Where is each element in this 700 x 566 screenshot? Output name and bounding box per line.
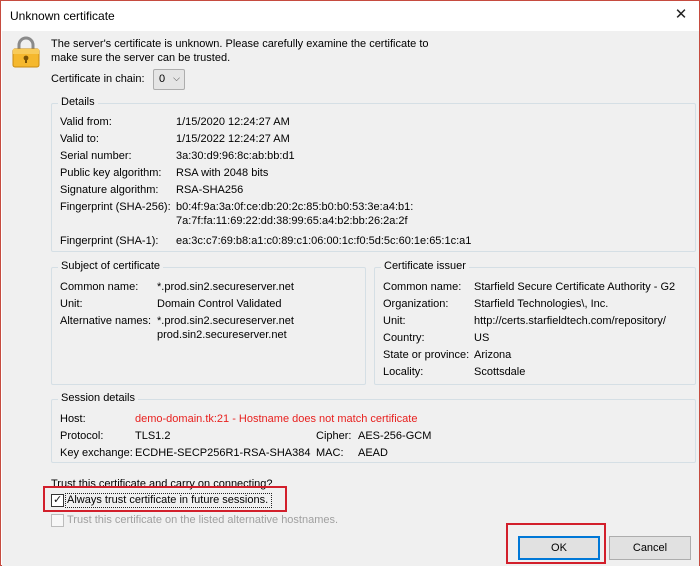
chevron-down-icon: ⌵	[173, 73, 180, 83]
subject-label: Alternative names:	[60, 315, 152, 327]
cancel-button[interactable]: Cancel	[609, 536, 691, 560]
detail-label: Valid to:	[60, 133, 99, 145]
issuer-value: Starfield Technologies\, Inc.	[474, 298, 609, 310]
detail-label: Fingerprint (SHA-256):	[60, 201, 171, 213]
subject-title: Subject of certificate	[58, 260, 164, 272]
certificate-chain-select[interactable]: 0 ⌵	[153, 69, 185, 90]
issuer-label: Organization:	[383, 298, 449, 310]
protocol-label: Protocol:	[60, 430, 104, 442]
protocol-value: TLS1.2	[135, 430, 171, 442]
detail-value: RSA with 2048 bits	[176, 167, 269, 179]
detail-label: Signature algorithm:	[60, 184, 159, 196]
host-label: Host:	[60, 413, 86, 425]
chain-label: Certificate in chain:	[51, 73, 145, 85]
issuer-value: Arizona	[474, 349, 512, 361]
issuer-label: Locality:	[383, 366, 424, 378]
detail-label: Public key algorithm:	[60, 167, 162, 179]
detail-label: Serial number:	[60, 150, 132, 162]
issuer-label: Unit:	[383, 315, 406, 327]
issuer-label: Country:	[383, 332, 425, 344]
issuer-value: Starfield Secure Certificate Authority -…	[474, 281, 676, 293]
mac-label: MAC:	[316, 447, 344, 459]
issuer-value: Scottsdale	[474, 366, 526, 378]
session-group: Session details Host: demo-domain.tk:21 …	[51, 392, 696, 463]
certificate-dialog: Unknown certificate ✕ The server's certi…	[0, 0, 700, 566]
cipher-value: AES-256-GCM	[358, 430, 432, 442]
always-trust-highlight	[43, 486, 287, 512]
details-group: Details Valid from: 1/15/2020 12:24:27 A…	[51, 96, 696, 252]
detail-label: Valid from:	[60, 116, 112, 128]
close-icon[interactable]: ✕	[671, 5, 691, 25]
subject-group: Subject of certificate Common name: *.pr…	[51, 260, 366, 385]
issuer-label: State or province:	[383, 349, 470, 361]
ok-button-highlight	[506, 523, 606, 564]
alternative-hostnames-checkbox	[51, 514, 64, 527]
cipher-label: Cipher:	[316, 430, 352, 442]
detail-value: 1/15/2022 12:24:27 AM	[176, 133, 290, 145]
title-bar: Unknown certificate ✕	[1, 1, 699, 31]
subject-value: prod.sin2.secureserver.net	[157, 329, 287, 341]
warning-message: The server's certificate is unknown. Ple…	[51, 38, 429, 64]
window-title: Unknown certificate	[10, 9, 115, 23]
detail-value: b0:4f:9a:3a:0f:ce:db:20:2c:85:b0:b0:53:3…	[176, 201, 414, 213]
detail-value: ea:3c:c7:69:b8:a1:c0:89:c1:06:00:1c:f0:5…	[176, 235, 472, 247]
mac-value: AEAD	[358, 447, 388, 459]
detail-value: RSA-SHA256	[176, 184, 244, 196]
dialog-body: The server's certificate is unknown. Ple…	[2, 31, 699, 566]
lock-icon	[12, 36, 40, 68]
chain-select-value: 0	[159, 73, 166, 85]
issuer-group: Certificate issuer Common name: Starfiel…	[374, 260, 696, 385]
alternative-hostnames-label: Trust this certificate on the listed alt…	[67, 514, 339, 526]
subject-value: *.prod.sin2.secureserver.net	[157, 315, 294, 327]
host-warning-value: demo-domain.tk:21 - Hostname does not ma…	[135, 413, 418, 425]
kex-label: Key exchange:	[60, 447, 133, 459]
issuer-value: US	[474, 332, 490, 344]
issuer-title: Certificate issuer	[381, 260, 469, 272]
session-title: Session details	[58, 392, 138, 404]
detail-value: 1/15/2020 12:24:27 AM	[176, 116, 290, 128]
subject-label: Unit:	[60, 298, 83, 310]
details-title: Details	[58, 96, 98, 108]
detail-value: 7a:7f:fa:11:69:22:dd:38:99:65:a4:b2:bb:2…	[176, 215, 408, 227]
subject-value: Domain Control Validated	[157, 298, 282, 310]
detail-label: Fingerprint (SHA-1):	[60, 235, 159, 247]
issuer-value: http://certs.starfieldtech.com/repositor…	[474, 315, 666, 327]
subject-value: *.prod.sin2.secureserver.net	[157, 281, 294, 293]
kex-value: ECDHE-SECP256R1-RSA-SHA384	[135, 447, 311, 459]
detail-value: 3a:30:d9:96:8c:ab:bb:d1	[176, 150, 295, 162]
subject-label: Common name:	[60, 281, 139, 293]
issuer-label: Common name:	[383, 281, 462, 293]
